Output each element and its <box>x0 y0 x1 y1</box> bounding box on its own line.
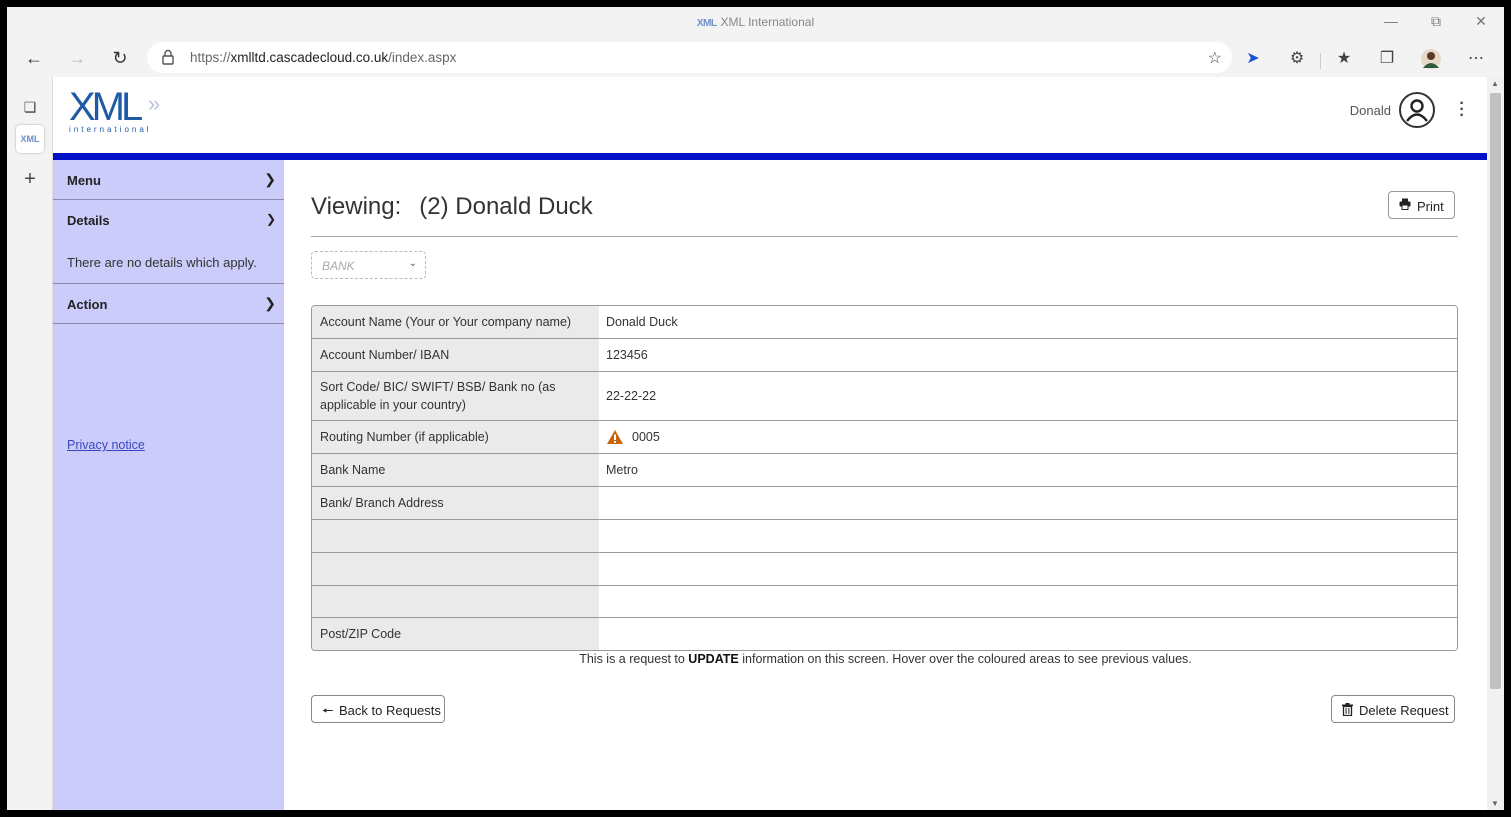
add-favorite-icon[interactable]: ☆ <box>1208 48 1222 68</box>
sidebar-item-action[interactable]: Action ❯ <box>53 284 284 324</box>
routing-number-cell[interactable]: 0005 <box>599 421 1457 453</box>
web-page: XML » international Donald · · · Menu ❯ De… <box>53 77 1487 810</box>
table-row <box>312 520 1457 553</box>
browser-window: XML XML International — ⧉ ✕ ← → ↻ https:/… <box>7 7 1504 810</box>
table-row: Account Name (Your or Your company name)… <box>312 306 1457 339</box>
xml-logo[interactable]: XML » international <box>69 87 179 135</box>
restore-icon[interactable]: ⧉ <box>1426 13 1446 30</box>
profile-avatar[interactable] <box>1420 48 1442 70</box>
table-row <box>312 553 1457 586</box>
update-notice: This is a request to UPDATE information … <box>579 652 1192 666</box>
print-button[interactable]: Print <box>1388 191 1455 219</box>
minimize-icon[interactable]: — <box>1381 13 1401 29</box>
tab-xml-international[interactable]: XML <box>16 125 44 153</box>
new-tab-icon[interactable]: + <box>16 165 44 193</box>
warning-icon <box>607 430 623 444</box>
table-row: Routing Number (if applicable) 0005 <box>312 421 1457 454</box>
tab-actions-icon[interactable]: ❏ <box>16 93 44 121</box>
user-name: Donald <box>1349 103 1391 118</box>
trash-icon <box>1342 703 1353 716</box>
close-icon[interactable]: ✕ <box>1471 13 1491 30</box>
site-header: XML » international Donald · · · <box>53 77 1487 153</box>
chevron-down-icon[interactable]: ❯ <box>266 212 276 226</box>
more-options-icon[interactable]: ⋯ <box>1465 48 1487 70</box>
table-row: Sort Code/ BIC/ SWIFT/ BSB/ Bank no (as … <box>312 372 1457 421</box>
scroll-up-icon[interactable]: ▲ <box>1491 79 1499 88</box>
tab-favicon: XML <box>696 18 717 29</box>
vertical-tab-strip: ❏ XML + <box>7 77 53 810</box>
printer-icon <box>1399 198 1411 210</box>
chevron-right-icon: ❯ <box>264 295 276 311</box>
window-title: XML XML International <box>696 15 815 29</box>
chevron-down-icon: ⌄ <box>408 258 417 269</box>
table-row <box>312 586 1457 618</box>
toolbar-divider <box>1320 53 1321 69</box>
back-arrow-icon[interactable]: ← <box>22 47 46 69</box>
collections-icon[interactable]: ❐ <box>1376 48 1398 70</box>
sidebar-section-details: Details ❯ There are no details which app… <box>53 200 284 284</box>
favorites-icon[interactable]: ★ <box>1333 48 1355 70</box>
url-text: https://xmlltd.cascadecloud.co.uk/index.… <box>190 50 457 65</box>
arrow-left-icon: 🠔 <box>322 703 334 718</box>
back-to-requests-button[interactable]: 🠔 Back to Requests <box>311 695 445 723</box>
main-content: Viewing: (2) Donald Duck Print BANK ⌄ Acc… <box>284 160 1487 810</box>
url-field[interactable]: https://xmlltd.cascadecloud.co.uk/index.… <box>147 42 1232 73</box>
bing-icon[interactable]: ➤ <box>1242 48 1264 70</box>
delete-request-button[interactable]: Delete Request <box>1331 695 1455 723</box>
lock-icon <box>162 49 174 65</box>
page-scrollbar[interactable]: ▲ ▼ <box>1487 77 1504 810</box>
sidebar-item-menu[interactable]: Menu ❯ <box>53 160 284 200</box>
refresh-icon[interactable]: ↻ <box>108 47 132 69</box>
address-bar: ← → ↻ https://xmlltd.cascadecloud.co.uk/… <box>7 39 1504 77</box>
heading-divider <box>311 236 1458 237</box>
user-avatar-icon[interactable] <box>1399 92 1435 128</box>
details-text: There are no details which apply. <box>67 255 257 270</box>
sidebar: Menu ❯ Details ❯ There are no details wh… <box>53 160 284 810</box>
bank-details-table: Account Name (Your or Your company name)… <box>311 305 1458 651</box>
forward-arrow-icon[interactable]: → <box>65 47 89 69</box>
scrollbar-thumb[interactable] <box>1490 93 1501 689</box>
table-row: Account Number/ IBAN 123456 <box>312 339 1457 372</box>
table-row: Bank/ Branch Address <box>312 487 1457 520</box>
table-row: Bank Name Metro <box>312 454 1457 487</box>
header-rule <box>53 153 1487 160</box>
page-title: Viewing: (2) Donald Duck <box>311 193 593 220</box>
profile-avatar-icon <box>1421 49 1441 69</box>
privacy-notice-link[interactable]: Privacy notice <box>67 438 145 452</box>
logo-chevrons-icon: » <box>148 91 161 116</box>
section-select[interactable]: BANK ⌄ <box>311 251 426 279</box>
header-menu-icon[interactable]: · · · <box>1459 96 1465 124</box>
table-row: Post/ZIP Code <box>312 618 1457 650</box>
chevron-right-icon: ❯ <box>264 171 276 187</box>
scroll-down-icon[interactable]: ▼ <box>1491 799 1499 808</box>
title-bar: XML XML International — ⧉ ✕ <box>7 7 1504 39</box>
extensions-icon[interactable]: ⚙ <box>1286 48 1308 70</box>
